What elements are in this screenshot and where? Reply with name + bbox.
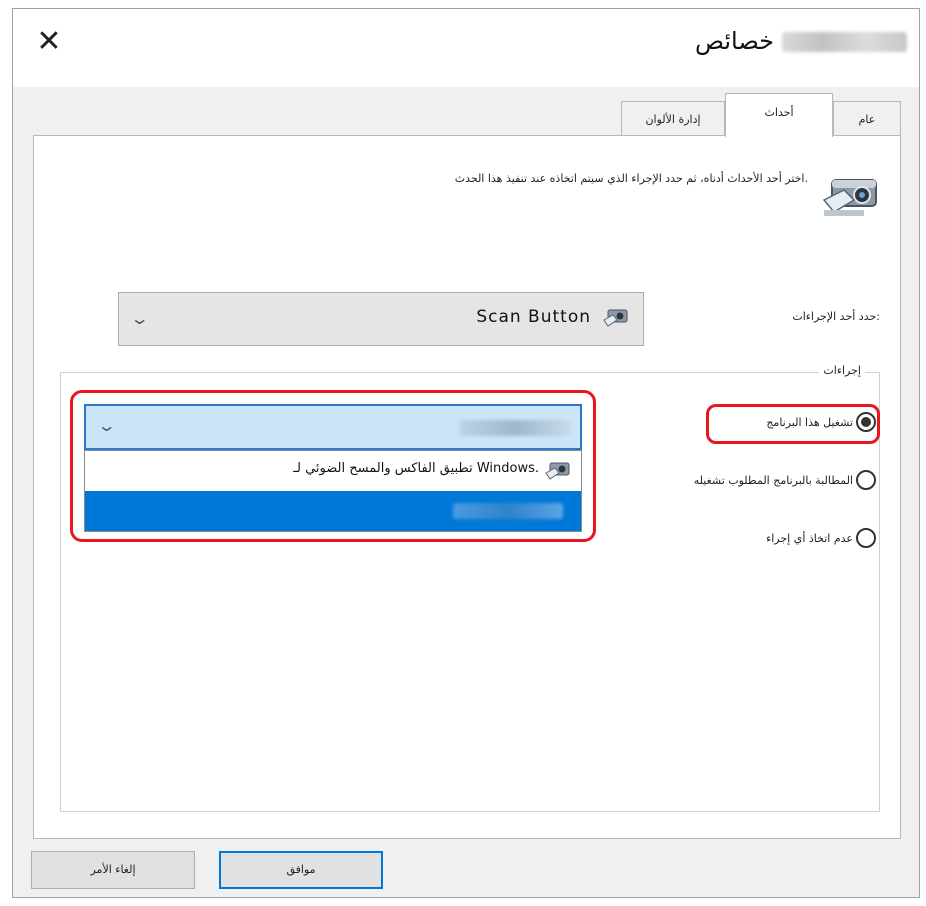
tab-label: أحداث [764, 106, 794, 119]
program-dropdown-list: تطبيق الفاكس والمسح الضوئي لـ Windows. [84, 450, 582, 532]
dialog-title: خصائص [695, 27, 907, 55]
list-item[interactable]: تطبيق الفاكس والمسح الضوئي لـ Windows. [85, 451, 581, 491]
event-select-value: Scan Button [476, 307, 591, 327]
chevron-down-icon: ⌄ [96, 416, 117, 435]
program-select[interactable]: ⌄ [84, 404, 582, 450]
tab-events[interactable]: أحداث [725, 93, 833, 137]
radio-label: عدم اتخاذ أي إجراء [766, 531, 853, 545]
list-item-highlighted[interactable] [85, 491, 581, 531]
tab-general[interactable]: عام [833, 101, 901, 136]
radio-prompt-program[interactable]: المطالبة بالبرنامج المطلوب تشغيله [694, 470, 876, 490]
scanner-small-icon [603, 309, 628, 327]
tab-color-management[interactable]: إدارة الألوان [621, 101, 725, 136]
chevron-down-icon: ⌄ [129, 309, 150, 328]
radio-take-no-action[interactable]: عدم اتخاذ أي إجراء [766, 528, 876, 548]
radio-icon[interactable] [856, 470, 876, 490]
tab-label: إدارة الألوان [645, 113, 701, 126]
events-tab-panel: اختر أحد الأحداث أدناه، ثم حدد الإجراء ا… [33, 135, 901, 839]
list-item-label: تطبيق الفاكس والمسح الضوئي لـ Windows. [293, 461, 539, 476]
redacted-device-name [782, 32, 907, 52]
radio-start-program[interactable]: تشغيل هذا البرنامج [766, 412, 876, 432]
select-event-label: حدد أحد الإجراءات: [792, 310, 880, 323]
ok-button[interactable]: موافق [219, 851, 383, 889]
radio-dot [861, 417, 871, 427]
event-select[interactable]: ⌄ Scan Button [118, 292, 644, 346]
scanner-small-icon [545, 462, 570, 480]
title-bar: ✕ خصائص [13, 9, 919, 87]
radio-label: تشغيل هذا البرنامج [766, 415, 853, 429]
tab-label: عام [858, 113, 876, 126]
properties-dialog: ✕ خصائص عام أحداث إدارة الألوان اختر أحد… [12, 8, 920, 898]
cancel-button[interactable]: إلغاء الأمر [31, 851, 195, 889]
redacted-program-name [460, 420, 570, 436]
radio-icon[interactable] [856, 528, 876, 548]
radio-icon[interactable] [856, 412, 876, 432]
scanner-camera-icon [822, 179, 877, 216]
actions-group-title: إجراءات [819, 364, 865, 377]
close-icon[interactable]: ✕ [31, 23, 67, 59]
title-text: خصائص [694, 27, 774, 55]
redacted-program-name [453, 503, 563, 519]
event-description: اختر أحد الأحداث أدناه، ثم حدد الإجراء ا… [454, 172, 808, 185]
radio-label: المطالبة بالبرنامج المطلوب تشغيله [693, 473, 853, 487]
